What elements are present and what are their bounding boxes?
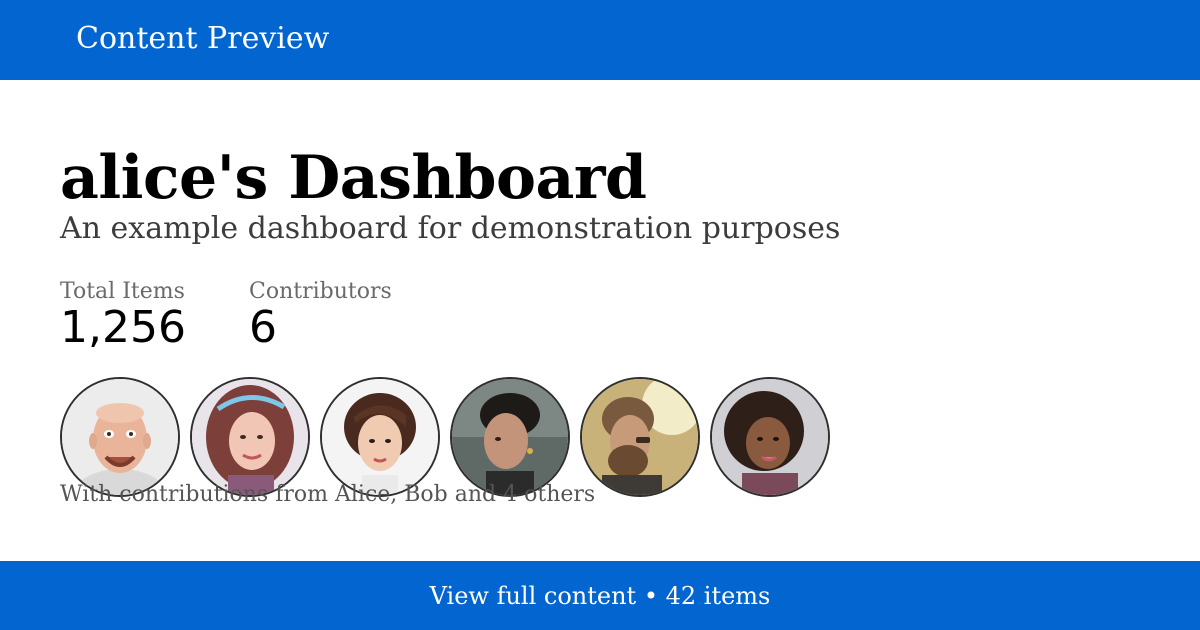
avatar-1-icon — [62, 379, 178, 495]
avatar — [320, 377, 440, 497]
avatar — [710, 377, 830, 497]
brand-title: Content Preview — [76, 21, 330, 56]
avatar — [450, 377, 570, 497]
avatar-2-icon — [192, 379, 308, 495]
stat-value: 1,256 — [60, 302, 186, 353]
avatar — [580, 377, 700, 497]
stat-total-items: Total Items 1,256 — [60, 278, 186, 352]
top-bar: Content Preview — [0, 0, 1200, 80]
avatar-4-icon — [452, 379, 568, 495]
view-full-content-label: View full content • 42 items — [429, 582, 771, 610]
avatar — [190, 377, 310, 497]
page-subtitle: An example dashboard for demonstration p… — [60, 211, 841, 246]
stat-contributors: Contributors 6 — [249, 278, 392, 352]
avatar — [60, 377, 180, 497]
avatar-6-icon — [712, 379, 828, 495]
avatar-5-icon — [582, 379, 698, 495]
view-full-content-button[interactable]: View full content • 42 items — [0, 561, 1200, 630]
page-title: alice's Dashboard — [60, 143, 647, 213]
avatar-3-icon — [322, 379, 438, 495]
contributors-summary: With contributions from Alice, Bob and 4… — [60, 482, 596, 507]
stat-value: 6 — [249, 302, 277, 353]
